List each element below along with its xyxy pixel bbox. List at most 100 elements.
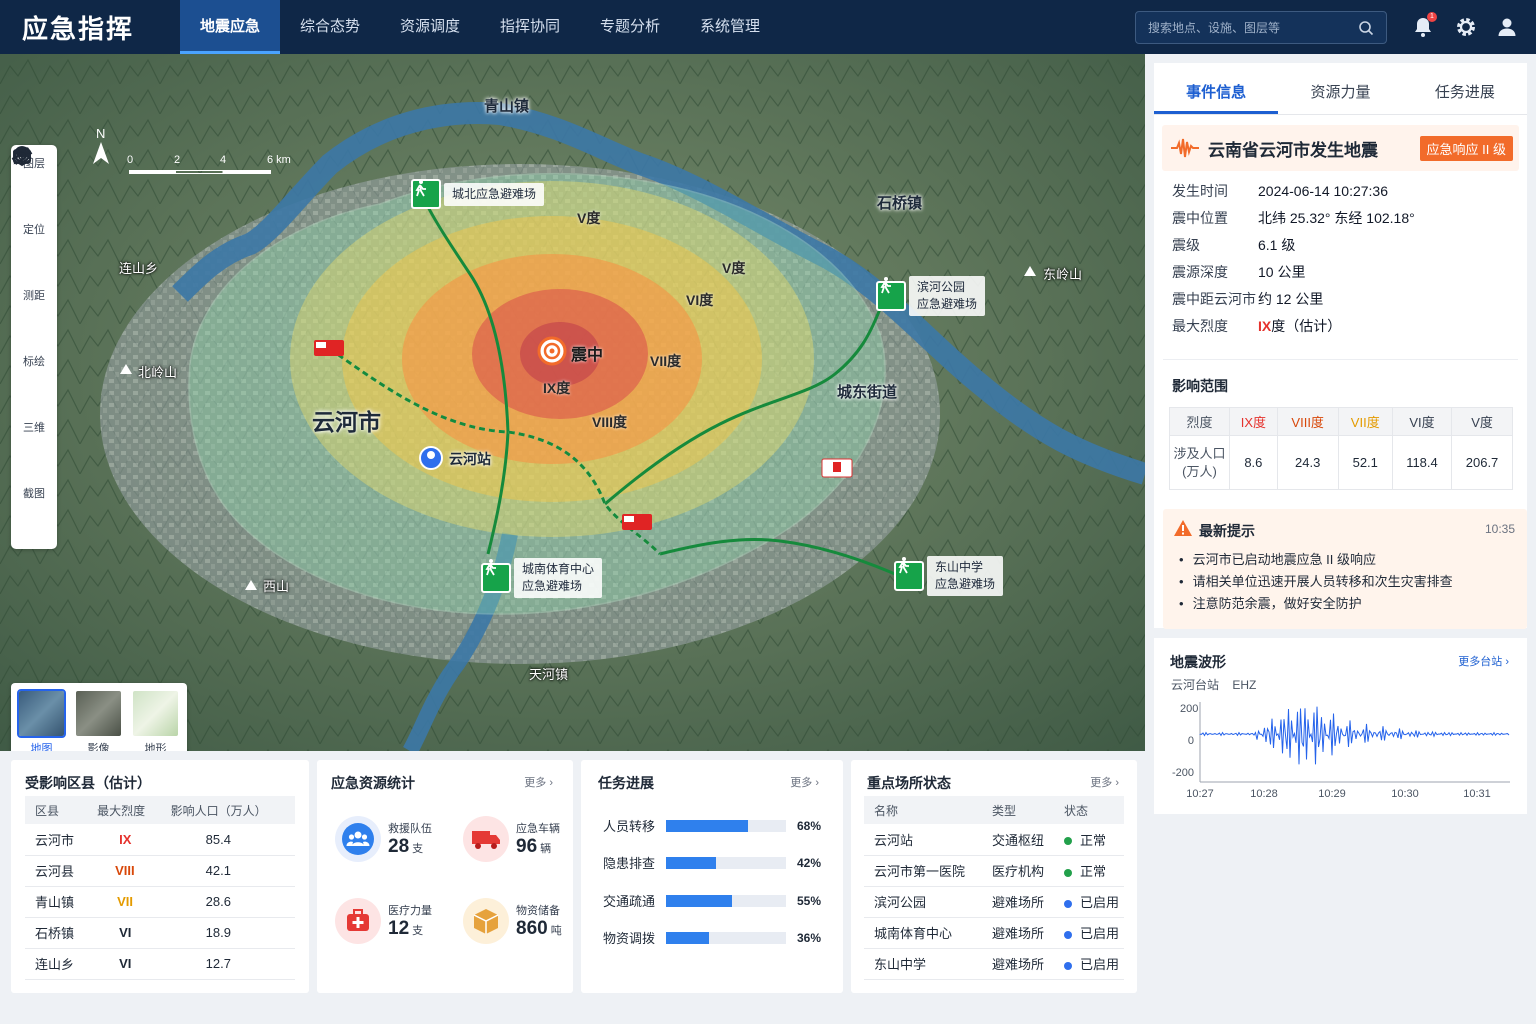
shelter-label: 城南体育中心 应急避难场 (514, 558, 603, 598)
shelter-binhe[interactable]: 滨河公园 应急避难场 (876, 276, 986, 316)
bell-icon[interactable]: 1 (1411, 12, 1437, 39)
user-icon[interactable] (1495, 15, 1519, 39)
map-view[interactable]: 青山镇 石桥镇 连山乡 北岭山 东岭山 西山 天河镇 云河市 城东街道 云河站 … (0, 54, 1145, 751)
place-station[interactable]: 云河站 (449, 449, 491, 469)
seismic-wave-icon (1171, 138, 1199, 158)
app-title: 应急指挥 (22, 13, 135, 44)
tab-event-info[interactable]: 事件信息 (1154, 63, 1279, 114)
affected-card: 受影响区县（估计） 区县 最大烈度 影响人口（万人） 云河市 IX 85.4 云河县 VI… (11, 760, 309, 993)
tasks-title: 任务进展 (598, 775, 654, 791)
waveform-station: 云河台站 EHZ (1171, 678, 1257, 692)
search-icon[interactable] (1358, 20, 1374, 36)
place-beiling: 北岭山 (138, 365, 178, 380)
shelter-icon (481, 559, 511, 593)
shelter-label: 东山中学 应急避难场 (927, 556, 1004, 596)
shelter-south[interactable]: 城南体育中心 应急避难场 (481, 558, 603, 598)
place-tianhe: 天河镇 (529, 667, 569, 682)
intensity-v-north: V度 (577, 210, 601, 226)
x-tick: 10:30 (1391, 788, 1419, 800)
impact-table: 烈度 IX度 VIII度 VII度 VI度 V度 涉及人口 (万人) 8.6 24… (1169, 407, 1513, 490)
sites-card: 重点场所状态 更多 › 名称 类型 状态 云河站 交通枢纽 正常 云河市第一医院 医疗机构… (851, 760, 1137, 993)
sites-more-link[interactable]: 更多 › (1090, 774, 1119, 790)
intensity-ix: IX度 (543, 380, 571, 396)
nav-coordination[interactable]: 指挥协同 (480, 0, 580, 54)
nav-analysis[interactable]: 专题分析 (580, 0, 680, 54)
truck-icon (472, 831, 500, 849)
box-icon (473, 909, 499, 934)
shelter-dongshan[interactable]: 东山中学 应急避难场 (894, 556, 1004, 596)
response-level-badge: 应急响应 II 级 (1419, 135, 1513, 161)
place-lianshan: 连山乡 (119, 261, 159, 276)
tool-draw[interactable]: 标绘 (11, 146, 57, 419)
intensity-viii: VIII度 (592, 414, 628, 430)
latest-tip: 最新提示 10:35 云河市已启动地震应急 II 级响应 请相关单位迅速开展人员… (1163, 509, 1527, 629)
table-row: 云河县 VIII 42.1 (25, 855, 295, 887)
shelter-icon (876, 277, 906, 311)
tip-item: 注意防范余震，做好安全防护 (1179, 593, 1453, 615)
event-card: 事件信息 资源力量 任务进展 云南省云河市发生地震 应急响应 II 级 发生时间… (1154, 63, 1527, 629)
impact-title: 影响范围 (1172, 378, 1228, 394)
notification-badge: 1 (1427, 12, 1437, 22)
more-stations-link[interactable]: 更多台站 › (1458, 653, 1509, 669)
nav-system[interactable]: 系统管理 (680, 0, 780, 54)
tasks-more-link[interactable]: 更多 › (790, 774, 819, 790)
basemap-imagery[interactable]: 影像 (76, 691, 121, 751)
detail-row: 最大烈度 IX度（估计） (1172, 317, 1342, 334)
tab-resources[interactable]: 资源力量 (1278, 63, 1402, 114)
table-row: 青山镇 VII 28.6 (25, 886, 295, 918)
place-city: 云河市 (312, 409, 381, 435)
task-progress-row: 隐患排查 42% (603, 855, 822, 872)
gear-icon[interactable] (1454, 15, 1478, 39)
waveform-title: 地震波形 (1170, 654, 1226, 670)
tool-measure[interactable]: 测距 (11, 147, 57, 353)
progress-bar (666, 931, 786, 944)
resources-more-link[interactable]: 更多 › (524, 774, 553, 790)
nav-earthquake[interactable]: 地震应急 (180, 0, 280, 54)
table-row: 石桥镇 VI 18.9 (25, 917, 295, 949)
search-input[interactable] (1148, 20, 1348, 35)
resources-title: 应急资源统计 (331, 775, 415, 791)
tool-screenshot[interactable]: 截图 (11, 148, 57, 551)
detail-row: 震中距云河市约 12 公里 (1172, 290, 1324, 307)
right-panel: 事件信息 资源力量 任务进展 云南省云河市发生地震 应急响应 II 级 发生时间… (1145, 54, 1536, 1024)
tool-locate[interactable]: 定位 (11, 146, 57, 287)
north-label: N (96, 126, 106, 141)
top-bar: 应急指挥 地震应急 综合态势 资源调度 指挥协同 专题分析 系统管理 1 (0, 0, 1536, 54)
tip-title: 最新提示 (1199, 523, 1255, 539)
y-tick: 200 (1180, 703, 1198, 715)
scale-bar: N 0 2 4 6 km (93, 126, 291, 174)
resource-rescue-teams: 救援队伍 28 支 (335, 816, 432, 862)
resources-card: 应急资源统计 更多 › 救援队伍 28 支 应急车辆 96 辆 医疗力量 12 支 物资储备… (317, 760, 573, 993)
tab-tasks[interactable]: 任务进展 (1403, 63, 1527, 114)
progress-bar (666, 894, 786, 907)
task-progress-row: 物资调拨 36% (603, 930, 822, 947)
intensity-vii: VII度 (650, 353, 682, 369)
epicenter-label[interactable]: 震中 (571, 341, 603, 365)
nav-overview[interactable]: 综合态势 (280, 0, 380, 54)
event-details: 发生时间 2024-06-14 10:27:36 震中位置 北纬 25.32° 东经… (1154, 177, 1527, 339)
basemap-terrain[interactable]: 地形 (133, 691, 178, 751)
table-row: 连山乡 VI 12.7 (25, 948, 295, 980)
event-header: 云南省云河市发生地震 应急响应 II 级 (1162, 125, 1519, 171)
status-dot (1064, 930, 1072, 939)
status-dot (1064, 961, 1072, 970)
x-tick: 10:29 (1318, 788, 1346, 800)
progress-bar (666, 856, 786, 869)
map-toolbar: 图层 定位 测距 标绘 三维 截图 (11, 145, 57, 549)
x-tick: 10:31 (1463, 788, 1491, 800)
detail-row: 震源深度 10 公里 (1172, 263, 1306, 280)
shelter-north[interactable]: 城北应急避难场 (411, 179, 545, 209)
search-box (1135, 11, 1387, 44)
y-tick: 0 (1188, 735, 1194, 747)
shelter-icon (411, 179, 441, 209)
basemap-map[interactable]: 地图 (17, 689, 66, 751)
info-tabs: 事件信息 资源力量 任务进展 (1154, 63, 1527, 115)
waveform-chart: 200 0 -200 10:27 10:28 10:29 10:30 10:31 (1172, 702, 1510, 800)
tool-3d[interactable]: 三维 (11, 146, 57, 485)
place-qingshan: 青山镇 (484, 98, 530, 115)
nav-dispatch[interactable]: 资源调度 (380, 0, 480, 54)
table-row: 城南体育中心 避难场所 已启用 (864, 917, 1124, 949)
progress-bar (666, 819, 786, 832)
detail-row: 震级 6.1 级 (1172, 236, 1296, 253)
place-dongling: 东岭山 (1043, 267, 1083, 282)
